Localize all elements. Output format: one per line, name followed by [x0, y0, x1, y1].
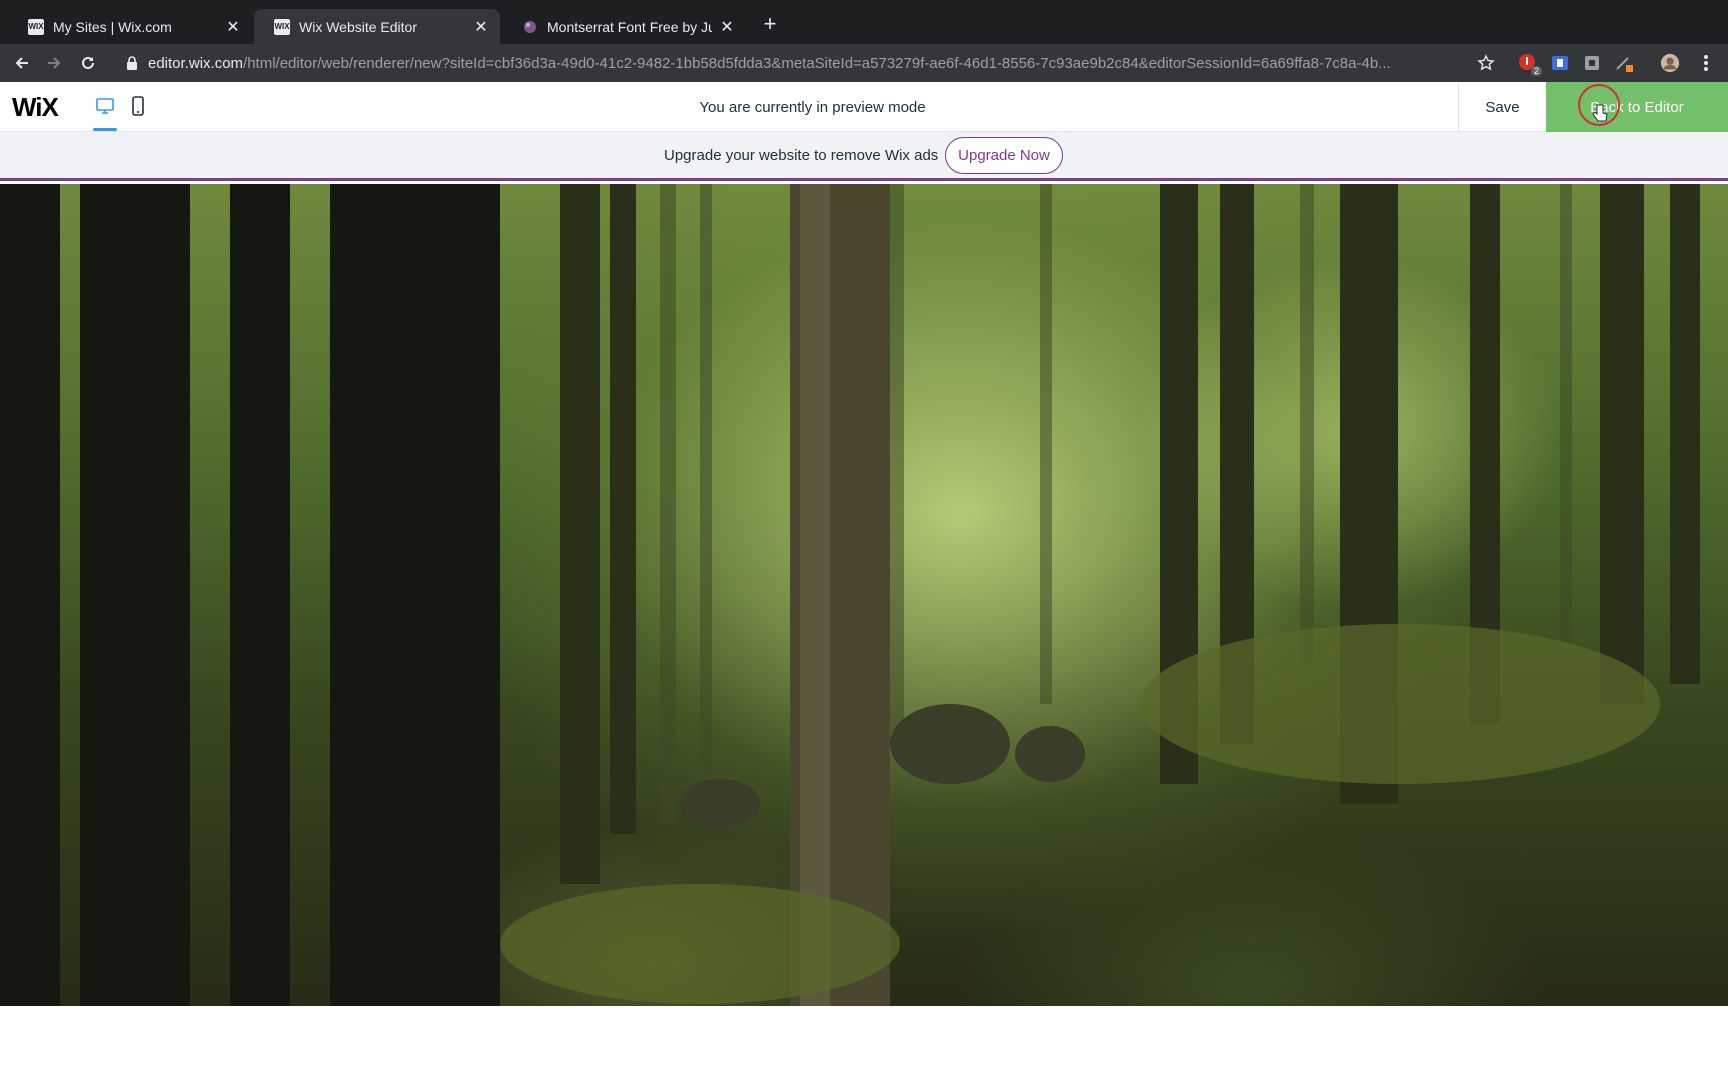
tab-title: Montserrat Font Free by Juliet — [547, 18, 712, 35]
page-content-area — [0, 1006, 1728, 1080]
extension-badge: 2 — [1530, 66, 1542, 76]
close-icon[interactable]: ✕ — [472, 18, 490, 36]
tab-montserrat-font[interactable]: Montserrat Font Free by Juliet ✕ — [502, 9, 746, 44]
tab-title: My Sites | Wix.com — [53, 18, 172, 35]
bookmark-star-icon[interactable] — [1476, 53, 1496, 73]
browser-tab-strip: WIX My Sites | Wix.com ✕ WIX Wix Website… — [0, 0, 1728, 44]
address-bar[interactable]: editor.wix.com/html/editor/web/renderer/… — [120, 48, 1470, 78]
forest-background-image — [0, 184, 1728, 1006]
profile-avatar[interactable] — [1660, 53, 1680, 73]
adblock-extension-icon[interactable]: 2 — [1518, 53, 1542, 76]
back-to-editor-button[interactable]: Back to Editor — [1546, 82, 1728, 132]
lock-icon — [127, 56, 137, 70]
save-button[interactable]: Save — [1458, 82, 1546, 132]
wix-favicon-icon: WIX — [274, 18, 290, 35]
upgrade-now-button[interactable]: Upgrade Now — [945, 137, 1063, 174]
close-icon[interactable]: ✕ — [224, 18, 242, 36]
active-device-indicator — [93, 128, 117, 131]
close-icon[interactable]: ✕ — [718, 18, 736, 36]
forest-illustration — [0, 184, 1700, 1006]
new-tab-icon[interactable]: + — [758, 11, 782, 36]
tab-wix-editor[interactable]: WIX Wix Website Editor ✕ — [254, 9, 500, 44]
preview-mode-message: You are currently in preview mode — [699, 99, 926, 116]
back-arrow-icon[interactable] — [10, 51, 34, 75]
puzzle-extension-icon[interactable] — [1582, 53, 1602, 73]
hand-cursor-icon — [1592, 104, 1608, 122]
tab-title: Wix Website Editor — [299, 18, 417, 35]
url-path: /html/editor/web/renderer/new?siteId=cbf… — [243, 54, 1391, 72]
upgrade-text: Upgrade your website to remove Wix ads — [664, 147, 939, 164]
pen-extension-icon[interactable] — [1614, 53, 1634, 73]
url-host: editor.wix.com — [148, 54, 244, 72]
font-site-favicon-icon — [522, 19, 538, 35]
browser-toolbar: editor.wix.com/html/editor/web/renderer/… — [0, 44, 1728, 82]
tab-my-sites[interactable]: WIX My Sites | Wix.com ✕ — [8, 9, 252, 44]
browser-menu-icon[interactable] — [1696, 53, 1716, 73]
translate-extension-icon[interactable] — [1550, 53, 1570, 73]
upgrade-banner: Upgrade your website to remove Wix ads U… — [0, 132, 1728, 181]
forward-arrow-icon[interactable] — [42, 51, 66, 75]
wix-favicon-icon: WIX — [28, 18, 44, 35]
reload-icon[interactable] — [76, 51, 100, 75]
wix-preview-header: WiX You are currently in preview mode Sa… — [0, 82, 1728, 132]
